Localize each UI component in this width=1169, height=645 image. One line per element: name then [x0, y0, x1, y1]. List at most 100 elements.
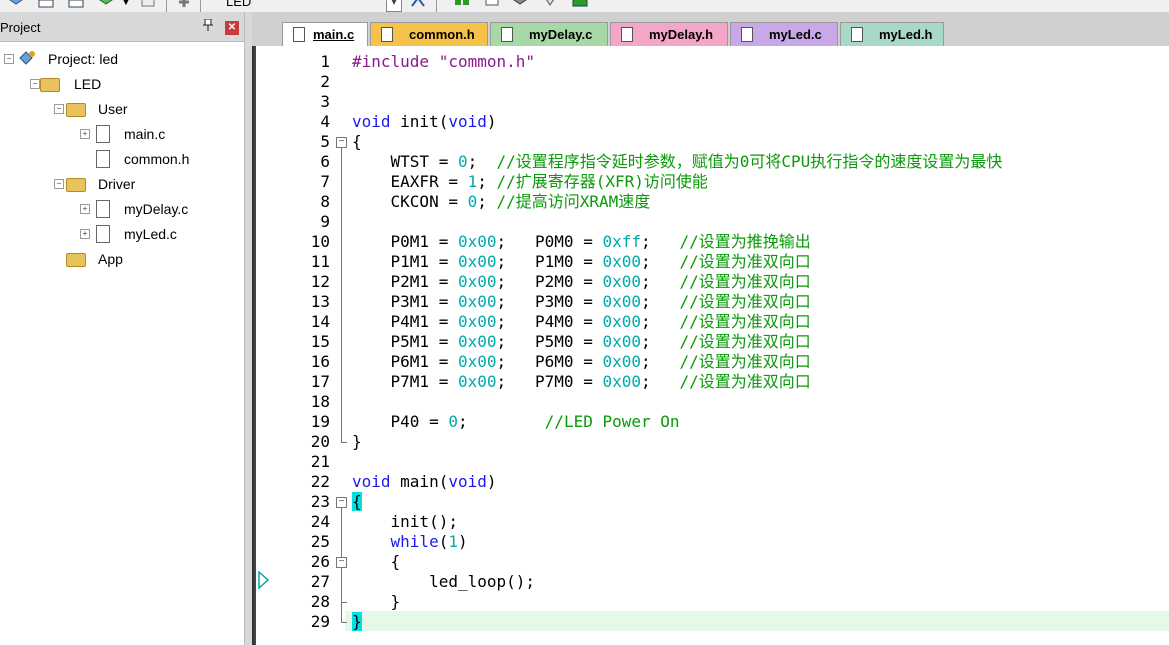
fold-end: [341, 442, 347, 443]
close-panel-button[interactable]: ✕: [225, 21, 239, 35]
line-number: 18: [310, 392, 330, 411]
tab-main-c[interactable]: main.c: [282, 22, 368, 46]
tree-item-label: Project: led: [48, 51, 119, 67]
code-line[interactable]: {: [352, 132, 362, 152]
tab-label: myLed.c: [769, 27, 822, 42]
line-number: 23: [310, 492, 330, 511]
tab-myLed-c[interactable]: myLed.c: [730, 22, 838, 46]
tree-item-label: Driver: [98, 176, 136, 192]
mcu-icon[interactable]: [572, 0, 588, 10]
line-number: 20: [310, 432, 330, 451]
project-panel-header: Project ✕: [0, 12, 244, 42]
file-icon: [741, 27, 753, 42]
line-number: 3: [320, 92, 330, 111]
tree-expander[interactable]: −: [4, 54, 14, 64]
current-line-highlight: [345, 611, 1169, 631]
tree-item[interactable]: User: [98, 98, 128, 120]
tab-label: myDelay.h: [649, 27, 714, 42]
tab-myLed-h[interactable]: myLed.h: [840, 22, 944, 46]
pin-panel-icon[interactable]: [203, 18, 213, 34]
code-line[interactable]: {: [352, 492, 362, 512]
code-line[interactable]: init();: [352, 512, 458, 532]
line-number: 11: [310, 252, 330, 271]
toolbar: ▼ LED ▾: [0, 0, 1169, 12]
checklist-icon[interactable]: [512, 0, 528, 10]
tools-icon[interactable]: [542, 0, 558, 10]
options-icon[interactable]: [140, 0, 156, 10]
code-line[interactable]: void main(void): [352, 472, 497, 492]
target-name[interactable]: LED: [226, 0, 251, 10]
line-number: 17: [310, 372, 330, 391]
tree-expander[interactable]: +: [80, 229, 90, 239]
line-number: 1: [320, 52, 330, 71]
tree-item[interactable]: Project: led: [48, 48, 118, 70]
code-line[interactable]: P1M1 = 0x00; P1M0 = 0x00; //设置为准双向口: [352, 252, 811, 272]
folder-icon: [66, 103, 86, 117]
editor-gutter-border: [254, 46, 256, 645]
code-line[interactable]: P4M1 = 0x00; P4M0 = 0x00; //设置为准双向口: [352, 312, 811, 332]
tree-expander[interactable]: +: [80, 129, 90, 139]
fold-guide: [341, 147, 342, 442]
file-icon: [96, 200, 110, 218]
tab-myDelay-c[interactable]: myDelay.c: [490, 22, 608, 46]
code-line[interactable]: void init(void): [352, 112, 497, 132]
code-line[interactable]: P40 = 0; //LED Power On: [352, 412, 680, 432]
tree-item[interactable]: main.c: [124, 123, 165, 145]
tree-expander[interactable]: −: [54, 104, 64, 114]
code-line[interactable]: P5M1 = 0x00; P5M0 = 0x00; //设置为准双向口: [352, 332, 811, 352]
code-line[interactable]: P3M1 = 0x00; P3M0 = 0x00; //设置为准双向口: [352, 292, 811, 312]
fold-end: [341, 622, 347, 623]
line-number: 7: [320, 172, 330, 191]
window-icon[interactable]: [484, 0, 500, 10]
code-line[interactable]: EAXFR = 1; //扩展寄存器(XFR)访问使能: [352, 172, 708, 192]
line-number: 5: [320, 132, 330, 151]
tree-expander[interactable]: −: [54, 179, 64, 189]
tab-common-h[interactable]: common.h: [370, 22, 488, 46]
load-icon[interactable]: [8, 0, 24, 10]
code-line[interactable]: P7M1 = 0x00; P7M0 = 0x00; //设置为准双向口: [352, 372, 811, 392]
manage-icon[interactable]: [410, 0, 426, 10]
code-line[interactable]: }: [352, 592, 401, 612]
file-icon: [96, 225, 110, 243]
line-number: 13: [310, 292, 330, 311]
dropdown-icon[interactable]: ▼: [118, 0, 134, 10]
code-line[interactable]: WTST = 0; //设置程序指令延时参数，赋值为0可将CPU执行指令的速度设…: [352, 152, 1003, 172]
line-number: 8: [320, 192, 330, 211]
tree-item[interactable]: myLed.c: [124, 223, 177, 245]
tree-item[interactable]: App: [98, 248, 123, 270]
code-line[interactable]: CKCON = 0; //提高访问XRAM速度: [352, 192, 651, 212]
toolbar-separator: [200, 0, 201, 12]
code-line[interactable]: P2M1 = 0x00; P2M0 = 0x00; //设置为准双向口: [352, 272, 811, 292]
code-line[interactable]: }: [352, 432, 362, 452]
build-icon[interactable]: [454, 0, 470, 10]
pin-icon[interactable]: [176, 0, 192, 10]
grid-icon[interactable]: [38, 0, 54, 10]
file-icon: [621, 27, 633, 42]
layers-icon[interactable]: [98, 0, 114, 10]
line-number: 22: [310, 472, 330, 491]
file-icon: [96, 150, 110, 168]
folder-icon: [66, 178, 86, 192]
code-line[interactable]: led_loop();: [352, 572, 535, 592]
code-line[interactable]: {: [352, 552, 401, 572]
code-line[interactable]: P6M1 = 0x00; P6M0 = 0x00; //设置为准双向口: [352, 352, 811, 372]
tree-item[interactable]: myDelay.c: [124, 198, 188, 220]
panel-splitter[interactable]: [244, 12, 252, 645]
code-line[interactable]: }: [352, 612, 362, 632]
tree-expander[interactable]: +: [80, 204, 90, 214]
tree-item[interactable]: common.h: [124, 148, 189, 170]
line-number: 28: [310, 592, 330, 611]
grid-icon[interactable]: [68, 0, 84, 10]
tree-item[interactable]: LED: [74, 73, 101, 95]
file-icon: [851, 27, 863, 42]
line-number: 29: [310, 612, 330, 631]
code-line[interactable]: P0M1 = 0x00; P0M0 = 0xff; //设置为推挽输出: [352, 232, 811, 252]
code-line[interactable]: while(1): [352, 532, 468, 552]
tree-expander[interactable]: −: [30, 79, 40, 89]
tab-myDelay-h[interactable]: myDelay.h: [610, 22, 728, 46]
target-dropdown-button[interactable]: ▾: [386, 0, 402, 12]
line-number: 4: [320, 112, 330, 131]
project-panel-title: Project: [0, 20, 41, 35]
tree-item[interactable]: Driver: [98, 173, 135, 195]
code-line[interactable]: #include "common.h": [352, 52, 535, 72]
